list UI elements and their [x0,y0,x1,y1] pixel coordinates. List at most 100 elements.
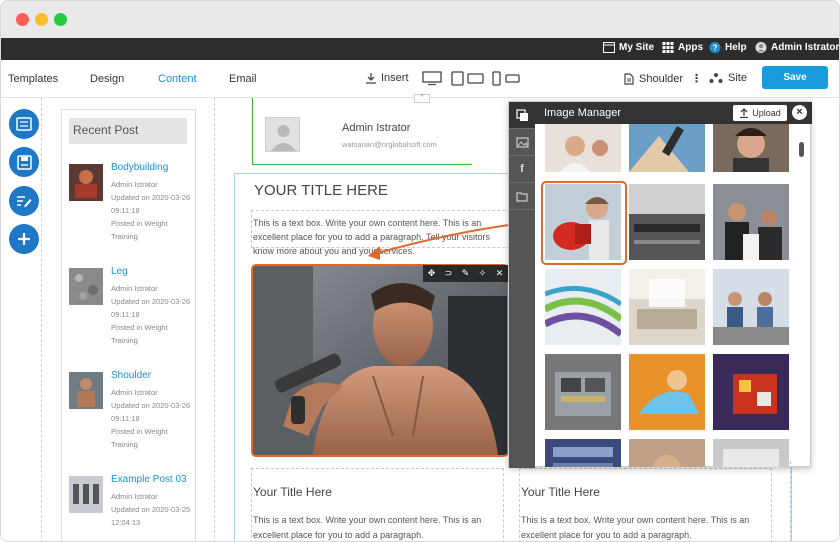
image-thumbnail[interactable] [713,184,789,260]
user-menu[interactable]: Admin Istrator [755,42,839,53]
guide-line [790,461,791,541]
image-manager-panel: f Image Manager Upload × [508,101,812,468]
page-selector[interactable]: Shoulder ⋮ [624,72,702,85]
grid-icon [662,42,674,53]
upload-button[interactable]: Upload [733,105,787,121]
image-thumbnail[interactable] [713,439,789,467]
image-thumbnail[interactable] [629,124,705,172]
desktop-view-icon[interactable] [422,71,442,86]
help-icon: ? [709,42,721,53]
folder-icon [516,191,528,202]
post-author: Admin Istrator [111,492,158,501]
bodybuilder-photo [253,266,507,455]
post-title-link[interactable]: Example Post 03 [111,474,187,485]
image-grid-scrollbar[interactable] [799,142,804,157]
post-title-link[interactable]: Bodybuilding [111,162,168,173]
post-meta: Admin Istrator Updated on 2020-03-26 09:… [111,386,191,451]
upload-label: Upload [752,108,781,118]
column-2-text[interactable]: This is a text box. Write your own conte… [521,513,766,541]
image-thumbnail[interactable] [545,269,621,345]
close-window-button[interactable] [16,13,29,26]
image-thumbnail[interactable] [545,439,621,467]
my-site-link[interactable]: My Site [603,42,654,53]
post-date: Updated on 2020-03-25 12:04:13 [111,505,191,527]
post-thumbnail [69,164,103,201]
facebook-icon[interactable]: f [509,156,535,183]
post-author: Admin Istrator [111,284,158,293]
image-thumbnail[interactable] [629,269,705,345]
image-grid [535,124,795,467]
post-author: Admin Istrator [111,180,158,189]
tab-design[interactable]: Design [90,73,124,85]
post-date: Updated on 2020-03-26 09:11:18 [111,297,191,319]
minimize-window-button[interactable] [35,13,48,26]
post-title-link[interactable]: Shoulder [111,370,151,381]
gallery-icon [515,108,528,121]
help-label: Help [725,42,747,53]
tab-gallery[interactable] [509,102,535,129]
close-panel-button[interactable]: × [792,105,807,120]
add-block-button[interactable] [9,224,39,254]
post-author: Admin Istrator [111,388,158,397]
apps-label: Apps [678,42,703,53]
post-date: Updated on 2020-03-26 09:11:18 [111,193,191,215]
upload-icon [740,108,749,118]
admin-topbar: My Site Apps ? Help Admin Istrator [1,38,839,60]
post-title-link[interactable]: Leg [111,266,128,277]
apps-link[interactable]: Apps [662,42,703,53]
more-options-icon[interactable]: ⋮ [691,72,702,85]
svg-text:?: ? [712,44,717,53]
tab-files[interactable] [509,183,535,210]
image-thumbnail[interactable] [629,354,705,430]
help-link[interactable]: ? Help [709,42,747,53]
move-icon[interactable]: ✥ [428,268,436,279]
image-toolbar: ✥ ⊃ ✎ ✧ ✕ [423,265,508,282]
section-title[interactable]: YOUR TITLE HERE [254,182,388,199]
image-thumbnail[interactable] [545,354,621,430]
user-name: Admin Istrator [771,42,840,53]
tab-images[interactable] [509,129,535,156]
image-thumbnail[interactable] [713,269,789,345]
site-settings-link[interactable]: Site [709,72,747,84]
tab-templates[interactable]: Templates [8,73,58,85]
magic-icon[interactable]: ✧ [479,268,487,279]
post-meta: Admin Istrator Updated on 2020-03-26 09:… [111,178,191,243]
content-blocks-button[interactable] [9,109,39,139]
tablet-landscape-view-icon[interactable] [467,73,484,84]
image-thumbnail[interactable] [629,439,705,467]
tab-email[interactable]: Email [229,73,257,85]
link-icon[interactable]: ⊃ [445,268,453,279]
column-1-text[interactable]: This is a text box. Write your own conte… [253,513,498,541]
edit-icon[interactable]: ✎ [462,268,470,279]
column-2-title[interactable]: Your Title Here [521,485,600,499]
maximize-window-button[interactable] [54,13,67,26]
save-draft-button[interactable] [9,147,39,177]
post-meta: Admin Istrator Updated on 2020-03-26 09:… [111,282,191,347]
mobile-landscape-view-icon[interactable] [505,74,520,83]
tab-content[interactable]: Content [158,73,197,85]
author-box: Admin Istrator watsanan@nrglobalsoft.com [252,98,472,165]
edit-text-button[interactable] [9,186,39,216]
guide-line [41,98,42,541]
insert-button[interactable]: Insert [365,72,409,84]
tablet-view-icon[interactable] [451,71,464,86]
floppy-icon [16,154,32,170]
layout-icon [16,117,32,131]
image-thumbnail[interactable] [545,124,621,172]
delete-icon[interactable]: ✕ [496,268,504,279]
selected-image[interactable] [251,264,509,457]
image-thumbnail[interactable] [629,184,705,260]
post-thumbnail [69,268,103,305]
column-1-title[interactable]: Your Title Here [253,485,332,499]
sitemap-icon [709,73,723,83]
image-thumbnail[interactable] [713,354,789,430]
avatar [265,117,300,152]
post-category: Posted in Weight Training [111,427,168,449]
image-thumbnail[interactable] [713,124,789,172]
mobile-view-icon[interactable] [492,71,501,86]
insert-label: Insert [381,72,409,84]
selected-thumbnail-highlight [541,181,627,265]
save-button[interactable]: Save [762,66,828,89]
download-icon [366,73,376,84]
editor-toolbar: Templates Design Content Email Insert Sh… [1,60,839,98]
